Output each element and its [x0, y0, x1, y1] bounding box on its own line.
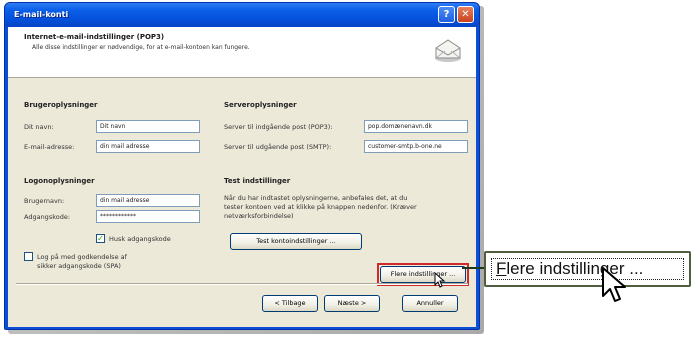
spa-label-line2: sikker adgangskode (SPA)	[37, 262, 121, 270]
help-button[interactable]: ?	[438, 6, 455, 23]
spa-checkbox[interactable]	[24, 252, 33, 261]
test-desc-line1: Når du har indtastet oplysningerne, anbe…	[224, 194, 408, 202]
email-field[interactable]: din mail adresse	[96, 140, 200, 153]
remember-password-checkbox[interactable]: ✓	[96, 234, 105, 243]
email-accounts-dialog: E-mail-konti ? ✕ Internet-e-mail-indstil…	[4, 2, 480, 330]
footer-divider	[16, 283, 468, 285]
dialog-client-area: Internet-e-mail-indstillinger (POP3) All…	[8, 27, 476, 327]
password-field[interactable]: ************	[96, 210, 200, 223]
incoming-server-label: Server til indgående post (POP3):	[224, 123, 333, 131]
header-panel: Internet-e-mail-indstillinger (POP3) All…	[8, 27, 476, 78]
header-title: Internet-e-mail-indstillinger (POP3)	[24, 33, 165, 41]
spa-label-line1: Log på med godkendelse af	[37, 253, 127, 261]
title-bar[interactable]: E-mail-konti ? ✕	[5, 3, 479, 27]
mouse-pointer-icon	[434, 272, 446, 288]
incoming-server-field[interactable]: pop.domænenavn.dk	[364, 120, 468, 133]
more-settings-button[interactable]: Flere indstillinger ...	[380, 266, 466, 283]
outgoing-server-label: Server til udgående post (SMTP):	[224, 143, 332, 151]
envelope-gear-icon	[435, 39, 461, 62]
username-field[interactable]: din mail adresse	[96, 194, 200, 207]
test-account-settings-button[interactable]: Test kontoindstillinger ...	[230, 233, 362, 250]
email-label: E-mail-adresse:	[24, 143, 75, 151]
next-button[interactable]: Næste >	[324, 295, 380, 312]
zoom-callout: Flere indstillinger ...	[484, 251, 691, 287]
zoomed-mouse-pointer-icon	[602, 267, 626, 302]
zoomed-label-mnemonic: F	[496, 259, 507, 278]
window-title: E-mail-konti	[14, 10, 69, 19]
cancel-button[interactable]: Annuller	[402, 295, 458, 312]
name-field[interactable]: Dit navn	[96, 120, 200, 133]
zoomed-more-settings-label: Flere indstillinger ...	[491, 258, 684, 280]
name-label: Dit navn:	[24, 123, 54, 131]
close-button[interactable]: ✕	[457, 6, 474, 23]
user-info-title: Brugeroplysninger	[24, 101, 98, 109]
logon-info-title: Logonoplysninger	[24, 177, 95, 185]
server-info-title: Serveroplysninger	[224, 101, 297, 109]
username-label: Brugernavn:	[24, 197, 65, 205]
back-button[interactable]: < Tilbage	[262, 295, 318, 312]
password-label: Adgangskode:	[24, 213, 71, 221]
test-settings-title: Test indstillinger	[224, 177, 291, 185]
outgoing-server-field[interactable]: customer-smtp.b-one.ne	[364, 140, 468, 153]
test-desc-line3: netværksforbindelse)	[224, 212, 294, 220]
header-description: Alle disse indstillinger er nødvendige, …	[32, 44, 250, 51]
remember-password-label: Husk adgangskode	[109, 235, 171, 243]
test-desc-line2: tester kontoen ved at klikke på knappen …	[224, 203, 417, 211]
